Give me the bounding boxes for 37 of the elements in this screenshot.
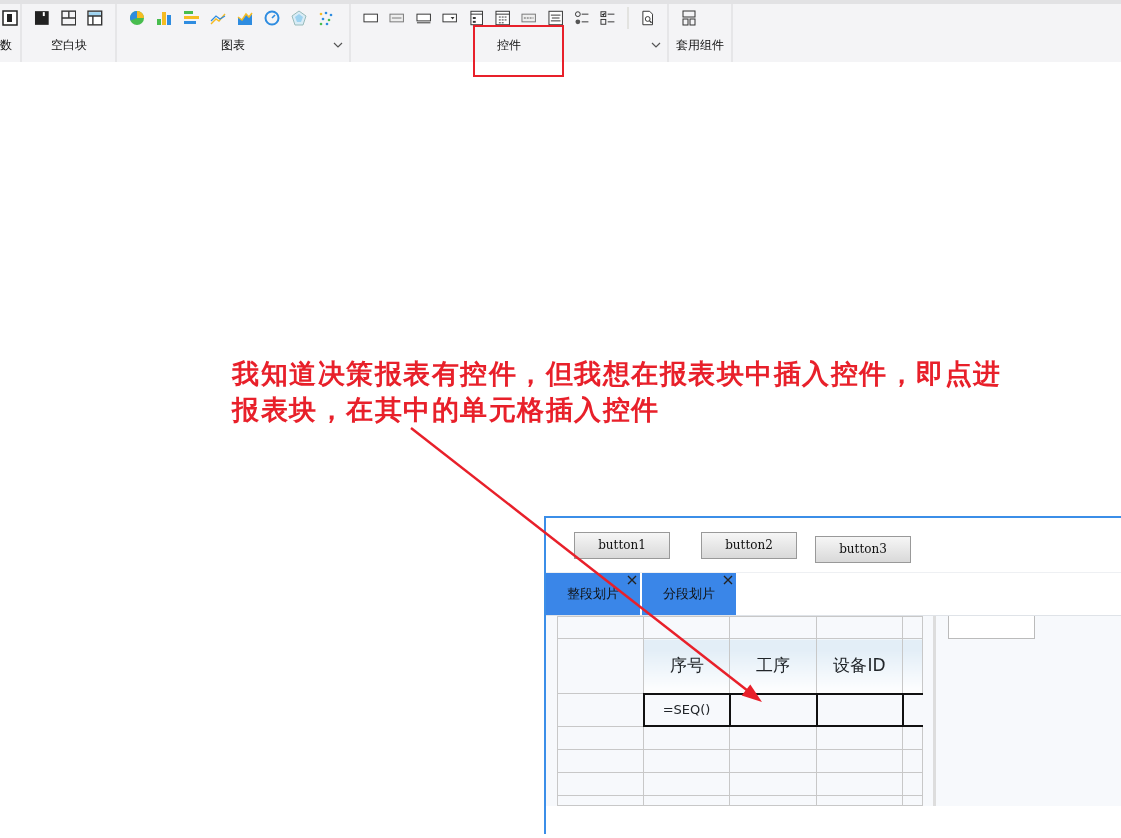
form-tab[interactable]: 分段划片 — [642, 573, 736, 615]
horizontal-bar-icon[interactable] — [183, 10, 199, 26]
pie-chart-icon[interactable] — [129, 10, 145, 26]
form-button[interactable]: button1 — [574, 531, 670, 559]
checkbox-group-icon[interactable] — [600, 10, 616, 26]
group-label: 图表 — [221, 37, 245, 54]
close-icon[interactable] — [723, 575, 733, 585]
table-icon[interactable] — [87, 10, 103, 26]
column-header: 设备ID — [816, 638, 903, 694]
text-area-icon[interactable] — [547, 10, 563, 26]
layout-icon[interactable] — [681, 10, 697, 26]
radio-group-icon[interactable] — [574, 10, 590, 26]
column-header: 工序 — [729, 638, 817, 694]
form-button[interactable]: button2 — [701, 531, 797, 559]
area-chart-icon[interactable] — [237, 10, 253, 26]
preview-icon[interactable] — [639, 10, 656, 26]
block-icon[interactable] — [34, 10, 50, 26]
form-tab[interactable]: 整段划片 — [546, 573, 640, 615]
annotation-text: 我知道决策报表有控件，但我想在报表块中插入控件，即点进报表块，在其中的单元格插入控件 — [232, 357, 1003, 427]
list-widget-icon[interactable] — [468, 10, 484, 26]
group-label: 套用组件 — [676, 37, 724, 54]
bar-chart-icon[interactable] — [156, 10, 172, 26]
calendar-icon[interactable] — [494, 10, 511, 26]
column-header: 序号 — [643, 638, 730, 694]
group-label: 控件 — [497, 37, 521, 54]
close-icon[interactable] — [627, 575, 637, 585]
group-label: 空白块 — [50, 37, 87, 54]
table-cell: =SEQ() — [643, 693, 730, 727]
grid-icon[interactable] — [60, 10, 77, 26]
report-icon[interactable] — [2, 10, 18, 26]
group-label: 数 — [0, 37, 13, 54]
expand-caret-icon[interactable] — [333, 42, 343, 48]
expand-caret-icon[interactable] — [651, 42, 661, 48]
scatter-chart-icon[interactable] — [318, 10, 334, 26]
form-button[interactable]: button3 — [815, 535, 911, 563]
gauge-icon[interactable] — [264, 10, 280, 26]
empty-field[interactable] — [948, 616, 1035, 639]
